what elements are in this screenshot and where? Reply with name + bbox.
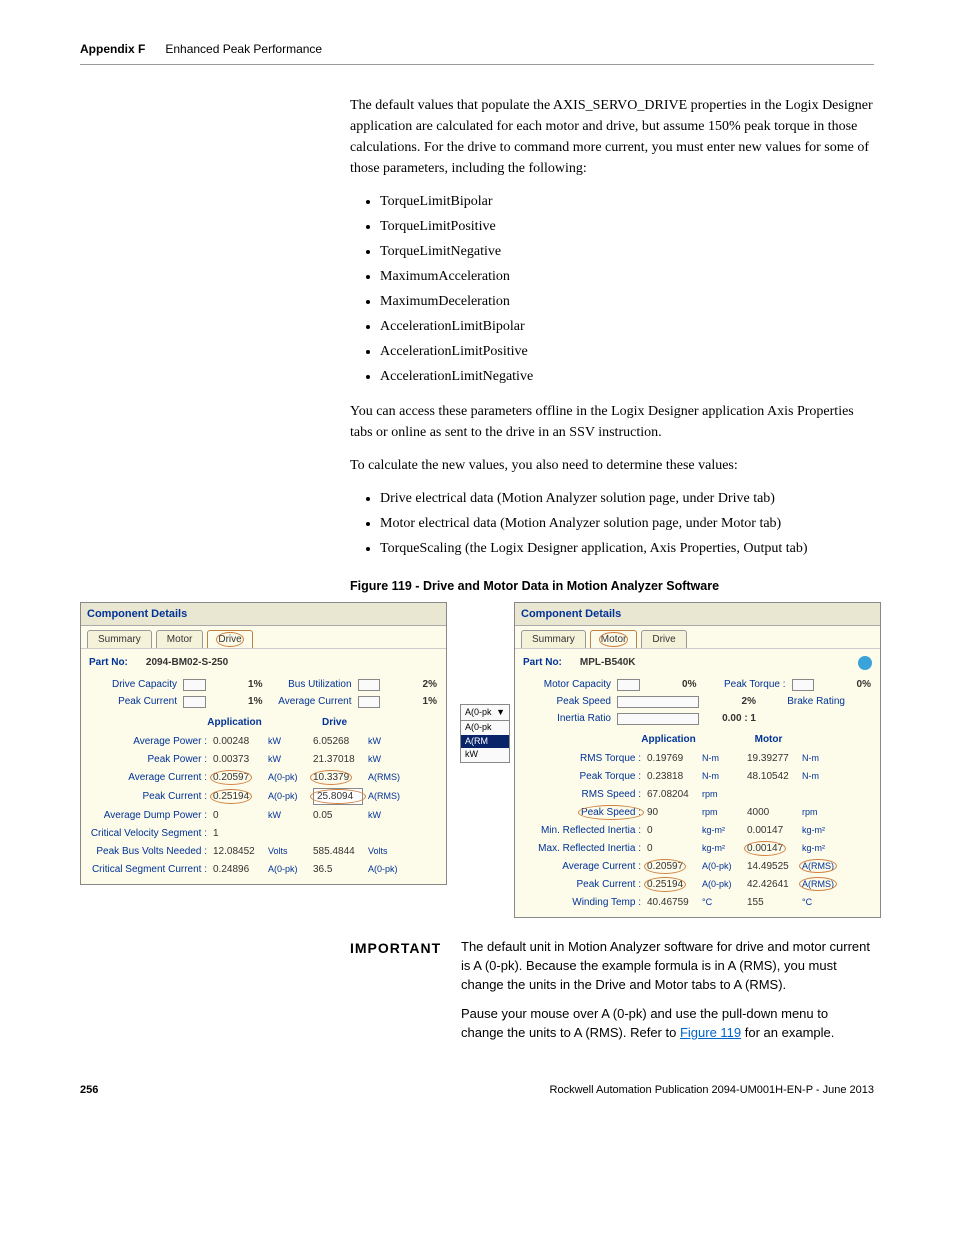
paragraph-1: The default values that populate the AXI… — [350, 95, 874, 179]
motor-tabs: SummaryMotorDrive — [515, 626, 880, 648]
table-row: Peak Current :0.25194A(0-pk)42.42641A(RM… — [521, 875, 874, 893]
param-list-2: Drive electrical data (Motion Analyzer s… — [380, 488, 874, 559]
table-row: Average Power :0.00248kW6.05268kW — [87, 732, 440, 750]
drive-partno: 2094-BM02-S-250 — [146, 655, 228, 670]
stat-row: Motor Capacity0%Peak Torque :0% — [515, 676, 880, 693]
partno-label: Part No: — [523, 655, 562, 670]
dropdown-selected[interactable]: A(0-pk ▼ — [461, 705, 509, 722]
tab-summary[interactable]: Summary — [521, 630, 586, 648]
page-number: 256 — [80, 1082, 98, 1099]
drive-panel: Component Details SummaryMotorDrive Part… — [80, 602, 447, 886]
dropdown-option[interactable]: kW — [461, 748, 509, 762]
list-item: TorqueLimitPositive — [380, 216, 874, 237]
stat-row: Inertia Ratio0.00 : 1 — [515, 710, 880, 727]
table-row: Peak Bus Volts Needed :12.08452Volts585.… — [87, 842, 440, 860]
motor-partno: MPL-B540K — [580, 655, 636, 670]
drive-table: Application Drive Average Power :0.00248… — [81, 710, 446, 884]
list-item: TorqueLimitBipolar — [380, 191, 874, 212]
tab-summary[interactable]: Summary — [87, 630, 152, 648]
appendix-label: Appendix F — [80, 40, 145, 58]
motor-col-app: Application — [641, 732, 696, 747]
table-row: RMS Speed :67.08204rpm — [521, 785, 874, 803]
stat-row: Peak Current1%Average Current1% — [81, 693, 446, 710]
motor-top-stats: Motor Capacity0%Peak Torque :0%Peak Spee… — [515, 676, 880, 727]
important-label: IMPORTANT — [350, 938, 445, 1042]
param-list-1: TorqueLimitBipolar TorqueLimitPositive Tor… — [380, 191, 874, 387]
header-title: Enhanced Peak Performance — [165, 40, 322, 58]
publication-id: Rockwell Automation Publication 2094-UM0… — [550, 1082, 874, 1099]
table-row: Average Dump Power :0kW0.05kW — [87, 806, 440, 824]
list-item: Motor electrical data (Motion Analyzer s… — [380, 513, 874, 534]
table-row: Winding Temp :40.46759°C155°C — [521, 893, 874, 911]
table-row: Average Current :0.20597A(0-pk)14.49525A… — [521, 857, 874, 875]
partno-label: Part No: — [89, 655, 128, 670]
page-header: Appendix F Enhanced Peak Performance — [80, 40, 874, 65]
tab-motor[interactable]: Motor — [156, 630, 204, 648]
tab-drive[interactable]: Drive — [641, 630, 686, 648]
unit-dropdown[interactable]: A(0-pk ▼ A(0-pkA(RMkW — [460, 704, 510, 763]
motor-panel-title: Component Details — [515, 603, 880, 627]
list-item: AccelerationLimitPositive — [380, 341, 874, 362]
drive-top-stats: Drive Capacity1%Bus Utilization2%Peak Cu… — [81, 676, 446, 710]
stat-row: Peak Speed2%Brake Rating — [515, 693, 880, 710]
chevron-down-icon: ▼ — [496, 706, 505, 720]
table-row: Critical Segment Current :0.24896A(0-pk)… — [87, 860, 440, 878]
drive-tabs: SummaryMotorDrive — [81, 626, 446, 648]
list-item: TorqueScaling (the Logix Designer applic… — [380, 538, 874, 559]
figure-row: Component Details SummaryMotorDrive Part… — [80, 602, 874, 919]
table-row: Peak Current :0.25194A(0-pk)25.8094A(RMS… — [87, 786, 440, 806]
motor-panel: Component Details SummaryMotorDrive Part… — [514, 602, 881, 919]
table-row: Average Current :0.20597A(0-pk)10.3379A(… — [87, 768, 440, 786]
page-footer: 256 Rockwell Automation Publication 2094… — [80, 1082, 874, 1099]
table-row: RMS Torque :0.19769N-m19.39277N-m — [521, 749, 874, 767]
dropdown-option[interactable]: A(0-pk — [461, 721, 509, 735]
table-row: Peak Power :0.00373kW21.37018kW — [87, 750, 440, 768]
table-row: Peak Torque :0.23818N-m48.10542N-m — [521, 767, 874, 785]
list-item: MaximumAcceleration — [380, 266, 874, 287]
motor-col-motor: Motor — [741, 732, 796, 747]
list-item: MaximumDeceleration — [380, 291, 874, 312]
table-row: Min. Reflected Inertia :0kg-m²0.00147kg-… — [521, 821, 874, 839]
drive-panel-title: Component Details — [81, 603, 446, 627]
tab-drive[interactable]: Drive — [207, 630, 252, 648]
important-text-2: Pause your mouse over A (0-pk) and use t… — [461, 1005, 874, 1043]
table-row: Critical Velocity Segment :1 — [87, 824, 440, 842]
paragraph-3: To calculate the new values, you also ne… — [350, 455, 874, 476]
info-icon[interactable] — [858, 656, 872, 670]
table-row: Max. Reflected Inertia :0kg-m²0.00147kg-… — [521, 839, 874, 857]
list-item: AccelerationLimitBipolar — [380, 316, 874, 337]
figure-link[interactable]: Figure 119 — [680, 1025, 741, 1040]
important-text-1: The default unit in Motion Analyzer soft… — [461, 938, 874, 995]
list-item: TorqueLimitNegative — [380, 241, 874, 262]
dropdown-option[interactable]: A(RM — [461, 735, 509, 749]
list-item: AccelerationLimitNegative — [380, 366, 874, 387]
stat-row: Drive Capacity1%Bus Utilization2% — [81, 676, 446, 693]
motor-partno-row: Part No: MPL-B540K — [515, 648, 880, 676]
tab-motor[interactable]: Motor — [590, 630, 638, 648]
paragraph-2: You can access these parameters offline … — [350, 401, 874, 443]
figure-caption: Figure 119 - Drive and Motor Data in Mot… — [350, 577, 874, 596]
drive-partno-row: Part No: 2094-BM02-S-250 — [81, 648, 446, 676]
list-item: Drive electrical data (Motion Analyzer s… — [380, 488, 874, 509]
important-note: IMPORTANT The default unit in Motion Ana… — [350, 938, 874, 1042]
body-content: The default values that populate the AXI… — [350, 95, 874, 559]
callout-arrow — [365, 757, 465, 758]
drive-col-drive: Drive — [307, 715, 362, 730]
drive-col-app: Application — [207, 715, 262, 730]
motor-table: Application Motor RMS Torque :0.19769N-m… — [515, 727, 880, 917]
table-row: Peak Speed :90rpm4000rpm — [521, 803, 874, 821]
